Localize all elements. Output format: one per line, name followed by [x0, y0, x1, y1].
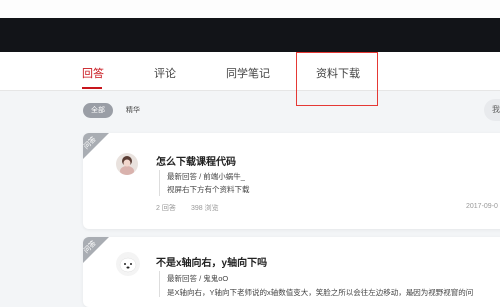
latest-answer-meta: 最新回答 / 前端小蜗牛_: [167, 172, 245, 181]
view-count: 398 浏览: [191, 205, 219, 212]
answer-divider: [159, 170, 160, 196]
browser-top-strip: [0, 0, 500, 18]
avatar-image: [116, 252, 140, 276]
avatar[interactable]: [116, 153, 138, 175]
question-title[interactable]: 不是x轴向右，y轴向下吗: [156, 254, 267, 269]
site-header: [0, 18, 500, 52]
tab-classmate-notes[interactable]: 同学笔记: [226, 65, 270, 81]
post-date: 2017-09-0: [466, 203, 498, 210]
answer-divider: [159, 271, 160, 297]
latest-answer-meta: 最新回答 / 鬼鬼oO: [167, 274, 229, 283]
avatar[interactable]: [116, 252, 140, 276]
question-card[interactable]: 问答 不是x轴向右，y轴向下吗 最新回答 / 鬼鬼oO 是X轴向右，Y轴向下老师…: [83, 237, 500, 307]
latest-answer-text[interactable]: 视屏右下方有个资料下载: [167, 184, 250, 195]
avatar-image: [116, 153, 138, 175]
answer-count: 2 回答: [156, 205, 176, 212]
question-title[interactable]: 怎么下载课程代码: [156, 153, 236, 168]
question-card[interactable]: 问答 怎么下载课程代码 最新回答 / 前端小蜗牛_ 视屏右下方有个资料下载 2 …: [83, 133, 500, 229]
active-tab-indicator: [82, 87, 102, 89]
search-button[interactable]: 我: [484, 99, 500, 121]
search-button-label: 我: [492, 105, 500, 114]
filter-all[interactable]: 全部: [83, 103, 113, 118]
content-tabs: 回答 评论 同学笔记 资料下载: [0, 52, 500, 91]
annotation-highlight-box: [296, 52, 378, 106]
tab-comments[interactable]: 评论: [154, 65, 176, 81]
latest-answer-text[interactable]: 是X轴向右，Y轴向下老师说的x轴数值变大，笑脸之所以会往左边移动，是因为视野视窗…: [167, 287, 473, 298]
chevron-down-icon[interactable]: [406, 289, 416, 299]
tab-answers[interactable]: 回答: [82, 65, 104, 81]
filter-essence[interactable]: 精华: [118, 103, 148, 118]
